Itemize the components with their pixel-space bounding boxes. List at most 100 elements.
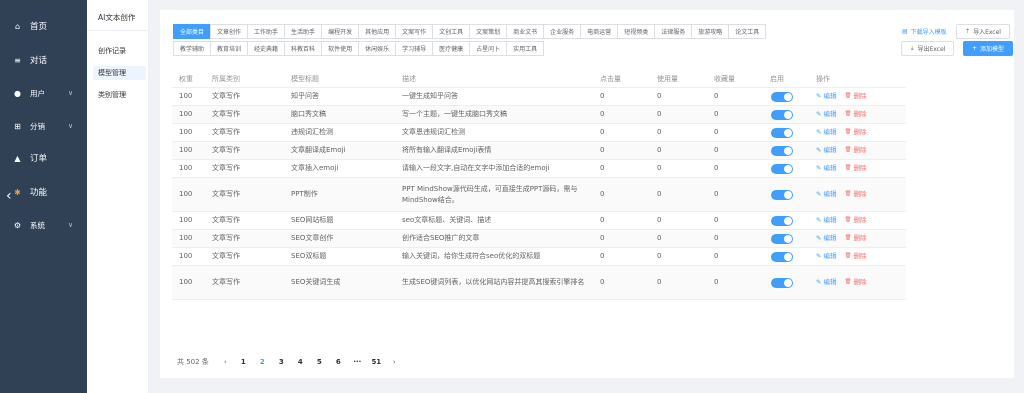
trash-icon: 🗑 — [844, 165, 852, 171]
category-tab[interactable]: 科教百科 — [284, 41, 323, 56]
category-tab[interactable]: 商业文书 — [506, 24, 545, 39]
delete-button[interactable]: 🗑 删除 — [844, 163, 866, 174]
column-header: 使用量 — [657, 75, 678, 83]
enable-toggle[interactable] — [771, 215, 793, 226]
chevron-down-icon: ∨ — [68, 122, 74, 130]
submenu-item-records[interactable]: 创作记录 — [93, 44, 146, 58]
edit-button[interactable]: ✎ 编辑 — [816, 91, 836, 102]
sidebar-item-chat[interactable]: ≡ 对话 — [0, 50, 87, 70]
delete-button[interactable]: 🗑 删除 — [844, 145, 866, 156]
category-tab[interactable]: 文创工具 — [432, 24, 471, 39]
page-number[interactable]: ··· — [348, 358, 367, 366]
edit-button[interactable]: ✎ 编辑 — [816, 215, 836, 226]
enable-toggle[interactable] — [771, 233, 793, 244]
page-number[interactable]: 5 — [310, 358, 329, 366]
enable-toggle[interactable] — [771, 127, 793, 138]
delete-button[interactable]: 🗑 删除 — [844, 215, 866, 226]
submenu-title: AI文本创作 — [98, 13, 136, 22]
export-excel-label: 导出Excel — [917, 46, 946, 53]
page-number[interactable]: 51 — [367, 358, 386, 366]
submenu-item-categories[interactable]: 类别管理 — [93, 88, 146, 102]
cell-clicks: 0 — [600, 216, 605, 224]
enable-toggle[interactable] — [771, 109, 793, 120]
toggle-knob — [784, 190, 792, 199]
delete-button[interactable]: 🗑 删除 — [844, 233, 866, 244]
delete-button[interactable]: 🗑 删除 — [844, 127, 866, 138]
cell-favs: 0 — [714, 190, 719, 198]
category-tab[interactable]: 其他应用 — [358, 24, 397, 39]
category-tab[interactable]: 短视频类 — [617, 24, 656, 39]
sidebar-item-system[interactable]: ⚙ 系统 ∨ — [0, 215, 87, 235]
cell-favs: 0 — [714, 216, 719, 224]
category-tab[interactable]: 软件使用 — [321, 41, 360, 56]
category-tab[interactable]: 电商运营 — [580, 24, 619, 39]
category-tab[interactable]: 学习辅导 — [395, 41, 434, 56]
category-tab[interactable]: 教育培训 — [210, 41, 249, 56]
edit-button[interactable]: ✎ 编辑 — [816, 127, 836, 138]
sidebar-item-home[interactable]: ⌂ 首页 — [0, 16, 87, 36]
category-tab[interactable]: 法律服务 — [654, 24, 693, 39]
category-tab[interactable]: 占星问卜 — [469, 41, 508, 56]
delete-button[interactable]: 🗑 删除 — [844, 277, 866, 288]
category-tab[interactable]: 休闲娱乐 — [358, 41, 397, 56]
edit-button[interactable]: ✎ 编辑 — [816, 189, 836, 200]
category-tab[interactable]: 实用工具 — [506, 41, 545, 56]
page-number[interactable]: 3 — [272, 358, 291, 366]
enable-toggle[interactable] — [771, 163, 793, 174]
page-number[interactable]: 2 — [253, 358, 272, 366]
enable-toggle[interactable] — [771, 145, 793, 156]
download-template-link[interactable]: ▤ 下载导入模板 — [902, 27, 947, 36]
edit-button[interactable]: ✎ 编辑 — [816, 233, 836, 244]
table-row: 100 文章写作 SEO网站标题 seo文章标题、关键词、描述 0 0 0 ✎ 编辑 🗑 删除 — [172, 212, 906, 230]
sidebar-item-distribution[interactable]: ⊞ 分销 ∨ — [0, 116, 87, 136]
category-tab[interactable]: 文案策划 — [469, 24, 508, 39]
submenu-item-models[interactable]: 模型管理 — [93, 66, 146, 80]
edit-button[interactable]: ✎ 编辑 — [816, 163, 836, 174]
edit-button[interactable]: ✎ 编辑 — [816, 251, 836, 262]
delete-button[interactable]: 🗑 删除 — [844, 91, 866, 102]
collapse-sidebar-icon[interactable]: ‹ — [6, 188, 12, 204]
cell-uses: 0 — [657, 164, 662, 172]
sidebar-item-functions[interactable]: ✱ 功能 — [0, 182, 87, 202]
prev-page-button[interactable]: ‹ — [217, 358, 234, 366]
enable-toggle[interactable] — [771, 251, 793, 262]
edit-icon: ✎ — [816, 234, 822, 242]
category-tab[interactable]: 文章创作 — [210, 24, 249, 39]
sidebar-item-orders[interactable]: ▲ 订单 — [0, 148, 87, 168]
category-tab[interactable]: 论文工具 — [728, 24, 767, 39]
edit-button[interactable]: ✎ 编辑 — [816, 277, 836, 288]
category-tab[interactable]: 生活助手 — [284, 24, 323, 39]
export-excel-button[interactable]: ⇣ 导出Excel — [901, 41, 954, 56]
delete-button[interactable]: 🗑 删除 — [844, 109, 866, 120]
enable-toggle[interactable] — [771, 189, 793, 200]
page-number[interactable]: 6 — [329, 358, 348, 366]
delete-button[interactable]: 🗑 删除 — [844, 189, 866, 200]
enable-toggle[interactable] — [771, 91, 793, 102]
cell-clicks: 0 — [600, 234, 605, 242]
edit-button[interactable]: ✎ 编辑 — [816, 109, 836, 120]
page-number[interactable]: 4 — [291, 358, 310, 366]
category-tab[interactable]: 企业服务 — [543, 24, 582, 39]
next-page-button[interactable]: › — [386, 358, 403, 366]
category-tab[interactable]: 医疗健康 — [432, 41, 471, 56]
delete-button[interactable]: 🗑 删除 — [844, 251, 866, 262]
edit-icon: ✎ — [816, 164, 822, 172]
category-tab[interactable]: 全部类目 — [173, 24, 212, 39]
category-tab[interactable]: 旅游攻略 — [691, 24, 730, 39]
edit-label: 编辑 — [823, 216, 837, 224]
category-tab[interactable]: 文案写作 — [395, 24, 434, 39]
cell-enabled — [763, 127, 809, 138]
page-number[interactable]: 1 — [234, 358, 253, 366]
edit-icon: ✎ — [816, 216, 822, 224]
import-excel-button[interactable]: ⇡ 导入Excel — [956, 24, 1010, 39]
category-tab[interactable]: 经史典籍 — [247, 41, 286, 56]
category-tab[interactable]: 教学辅助 — [173, 41, 212, 56]
category-tab[interactable]: 编程开发 — [321, 24, 360, 39]
sidebar-item-users[interactable]: ● 用户 ∨ — [0, 83, 87, 103]
edit-button[interactable]: ✎ 编辑 — [816, 145, 836, 156]
add-model-button[interactable]: + 添加模型 — [963, 41, 1013, 56]
enable-toggle[interactable] — [771, 277, 793, 288]
category-tab[interactable]: 工作助手 — [247, 24, 286, 39]
cell-desc: seo文章标题、关键词、描述 — [402, 216, 492, 224]
cell-weight: 100 — [179, 190, 193, 198]
